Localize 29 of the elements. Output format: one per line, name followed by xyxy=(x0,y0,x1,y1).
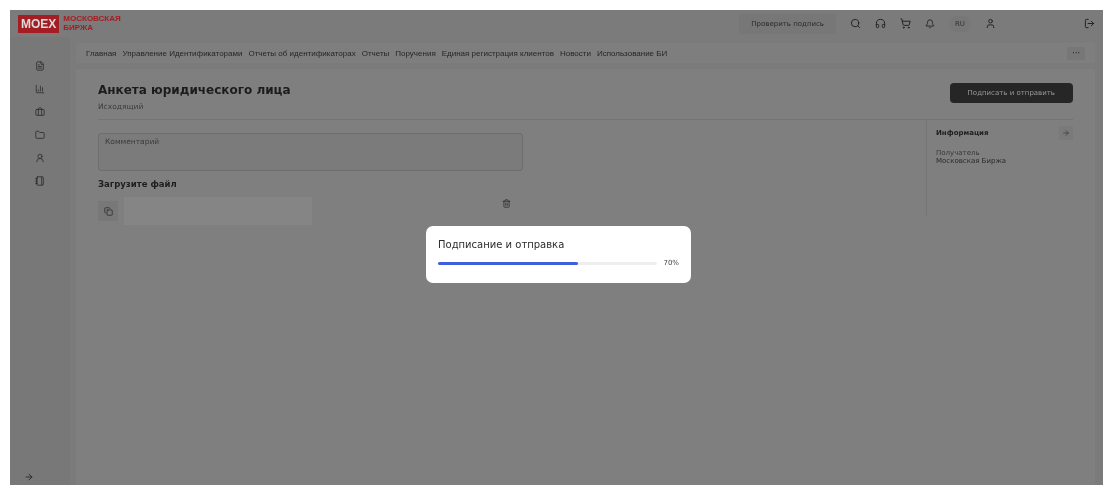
chart-icon[interactable] xyxy=(35,84,45,94)
bell-icon[interactable] xyxy=(925,18,935,29)
logo: MOEX xyxy=(18,14,60,33)
user-icon[interactable] xyxy=(35,153,45,163)
user-icon[interactable] xyxy=(985,18,996,29)
search-icon[interactable] xyxy=(850,18,861,29)
headphones-icon[interactable] xyxy=(875,18,886,29)
logout-icon[interactable] xyxy=(1084,18,1095,29)
arrow-icon[interactable] xyxy=(24,472,34,482)
nav-link[interactable]: Поручения xyxy=(395,48,436,58)
dialog-title: Подписание и отправка xyxy=(438,239,566,250)
folder-icon[interactable] xyxy=(35,130,45,140)
more-button[interactable]: ··· xyxy=(1067,46,1085,60)
document-icon[interactable] xyxy=(35,61,45,71)
upload-title: Загрузите файл xyxy=(98,179,178,189)
briefcase-icon[interactable] xyxy=(35,107,45,117)
trash-icon[interactable] xyxy=(502,199,511,208)
page-title: Анкета юридического лица xyxy=(98,83,291,97)
nav-link[interactable]: Использование БИ xyxy=(596,48,668,58)
nav-link[interactable]: Новости xyxy=(559,48,591,58)
notebook-icon[interactable] xyxy=(35,176,45,186)
nav-link[interactable]: Отчеты xyxy=(361,48,390,58)
cart-icon[interactable] xyxy=(900,18,911,29)
nav-link[interactable]: Единая регистрация клиентов xyxy=(441,48,554,58)
nav-link[interactable]: Отчеты об идентификаторах xyxy=(248,48,356,58)
logo-caption: МОСКОВСКАЯ БИРЖА xyxy=(63,14,122,33)
nav-link[interactable]: Главная xyxy=(86,48,117,58)
nav-link[interactable]: Управление Идентификаторами xyxy=(122,48,243,58)
copy-icon[interactable] xyxy=(98,201,118,221)
